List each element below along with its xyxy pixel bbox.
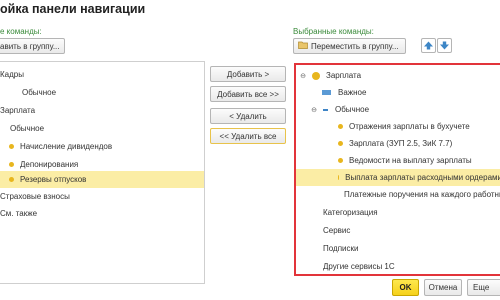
remove-button[interactable]: < Удалить xyxy=(210,108,286,124)
move-to-group-label: Переместить в группу... xyxy=(311,41,399,51)
tree-item-selected[interactable]: Выплата зарплаты расходными ордерами xyxy=(296,169,500,186)
list-item[interactable]: Кадры xyxy=(0,66,204,83)
list-item-label: См. также xyxy=(0,209,38,218)
add-all-button[interactable]: Добавить все >> xyxy=(210,86,286,102)
tree-item-label: Обычное xyxy=(335,105,370,114)
selected-commands-header: Выбранные команды: xyxy=(293,27,374,36)
list-item[interactable]: Обычное xyxy=(0,120,204,137)
collapse-icon[interactable]: ⊖ xyxy=(310,106,318,114)
bullet-icon xyxy=(338,158,343,163)
bullet-icon xyxy=(9,144,14,149)
arrow-down-icon xyxy=(440,41,449,50)
list-item[interactable]: Начисление дивидендов xyxy=(0,138,204,155)
group-important-icon xyxy=(322,90,331,95)
add-button[interactable]: Добавить > xyxy=(210,66,286,82)
list-item-label: Начисление дивидендов xyxy=(20,142,113,151)
tree-item-label: Категоризация xyxy=(323,208,378,217)
list-item-label: Кадры xyxy=(0,70,24,79)
tree-item[interactable]: Подписки xyxy=(296,240,500,257)
tree-item-label: Важное xyxy=(338,88,367,97)
list-item[interactable]: Страховые взносы xyxy=(0,188,204,205)
bullet-icon xyxy=(338,141,343,146)
group-ordinary-icon xyxy=(323,108,328,111)
collapse-icon[interactable]: ⊖ xyxy=(299,72,307,80)
tree-item[interactable]: Отражения зарплаты в бухучете xyxy=(296,118,500,135)
ok-button[interactable]: OK xyxy=(392,279,419,296)
available-commands-list[interactable]: Кадры Обычное Зарплата Обычное Начислени… xyxy=(0,61,205,284)
list-item-label: Обычное xyxy=(22,88,57,97)
selected-commands-list[interactable]: ⊖ Зарплата Важное ⊖ Обычное Отражения за… xyxy=(294,63,500,276)
list-item-label: Депонирования xyxy=(20,160,79,169)
list-item-selected[interactable]: Резервы отпусков xyxy=(0,171,204,188)
tree-item[interactable]: ⊖ Обычное xyxy=(296,101,500,118)
list-item[interactable]: См. также xyxy=(0,205,204,222)
list-item-label: Резервы отпусков xyxy=(20,175,87,184)
more-button[interactable]: Еще xyxy=(467,279,500,296)
tree-item-label: Выплата зарплаты расходными ордерами xyxy=(345,173,500,182)
tree-item[interactable]: Ведомости на выплату зарплаты xyxy=(296,152,500,169)
tree-item[interactable]: Сервис xyxy=(296,222,500,239)
available-commands-header: е команды: xyxy=(0,27,42,36)
arrow-up-icon xyxy=(424,41,433,50)
move-up-button[interactable] xyxy=(421,38,436,53)
tree-item-label: Другие сервисы 1С xyxy=(323,262,395,271)
folder-icon xyxy=(298,41,308,51)
move-down-button[interactable] xyxy=(437,38,452,53)
dialog-title: ойка панели навигации xyxy=(0,2,146,16)
bullet-icon xyxy=(9,162,14,167)
list-item[interactable]: Обычное xyxy=(0,84,204,101)
tree-item[interactable]: Категоризация xyxy=(296,204,500,221)
tree-item[interactable]: Другие сервисы 1С xyxy=(296,258,500,274)
bullet-icon xyxy=(312,71,320,80)
cancel-button[interactable]: Отмена xyxy=(424,279,462,296)
bullet-icon xyxy=(338,175,340,180)
tree-item-label: Отражения зарплаты в бухучете xyxy=(349,122,470,131)
list-item-label: Зарплата xyxy=(0,106,36,115)
tree-item[interactable]: Важное xyxy=(296,84,500,101)
list-item[interactable]: Зарплата xyxy=(0,102,204,119)
list-item-label: Страховые взносы xyxy=(0,192,70,201)
list-item-label: Обычное xyxy=(10,124,45,133)
remove-all-button[interactable]: << Удалить все xyxy=(210,128,286,144)
tree-item-label: Подписки xyxy=(323,244,359,253)
tree-item-label: Платежные поручения на каждого работника xyxy=(344,190,500,199)
move-to-group-button[interactable]: Переместить в группу... xyxy=(293,38,406,54)
tree-item-label: Сервис xyxy=(323,226,351,235)
tree-item-label: Ведомости на выплату зарплаты xyxy=(349,156,472,165)
bullet-icon xyxy=(338,124,343,129)
tree-item[interactable]: Платежные поручения на каждого работника xyxy=(296,186,500,203)
tree-item-label: Зарплата xyxy=(326,71,362,80)
add-to-group-button[interactable]: авить в группу... xyxy=(0,38,65,54)
tree-item[interactable]: ⊖ Зарплата xyxy=(296,67,500,84)
tree-item-label: Зарплата (ЗУП 2.5, ЗиК 7.7) xyxy=(349,139,453,148)
tree-item[interactable]: Зарплата (ЗУП 2.5, ЗиК 7.7) xyxy=(296,135,500,152)
bullet-icon xyxy=(9,177,14,182)
